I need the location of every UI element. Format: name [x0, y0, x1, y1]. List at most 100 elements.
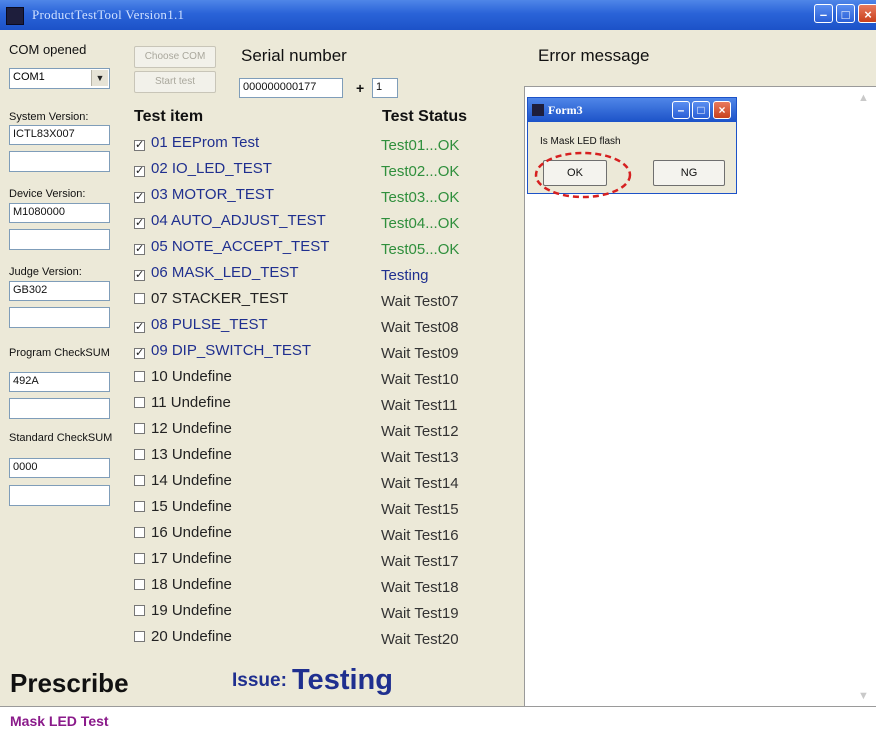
- device-version-extra-field[interactable]: [9, 229, 110, 250]
- scroll-up-icon[interactable]: ▲: [858, 92, 872, 106]
- test-item-header: Test item: [134, 108, 204, 125]
- form3-minimize-button[interactable]: –: [672, 101, 690, 119]
- checkbox-checked-icon[interactable]: ✓: [134, 140, 145, 151]
- checkbox-checked-icon[interactable]: ✓: [134, 166, 145, 177]
- test-item[interactable]: ✓ 08 PULSE_TEST: [134, 316, 374, 342]
- issue-label: Issue:: [232, 670, 287, 691]
- serial-increment-field[interactable]: 1: [372, 78, 398, 98]
- test-status: Test02...OK: [381, 163, 460, 180]
- test-item[interactable]: 17 Undefine: [134, 550, 374, 576]
- test-item-label: 05 NOTE_ACCEPT_TEST: [151, 238, 330, 255]
- test-item[interactable]: 15 Undefine: [134, 498, 374, 524]
- form3-maximize-button[interactable]: □: [692, 101, 710, 119]
- checkbox-unchecked-icon[interactable]: [134, 397, 145, 408]
- test-item[interactable]: ✓ 06 MASK_LED_TEST: [134, 264, 374, 290]
- com-opened-label: COM opened: [9, 42, 87, 57]
- judge-version-extra-field[interactable]: [9, 307, 110, 328]
- test-status: Test03...OK: [381, 189, 460, 206]
- checkbox-checked-icon[interactable]: ✓: [134, 192, 145, 203]
- com-port-select[interactable]: COM1 ▼: [9, 68, 110, 89]
- checkbox-unchecked-icon[interactable]: [134, 475, 145, 486]
- status-bar-text: Mask LED Test: [10, 713, 109, 729]
- checkbox-unchecked-icon[interactable]: [134, 423, 145, 434]
- form3-close-button[interactable]: ×: [713, 101, 731, 119]
- test-item[interactable]: ✓ 03 MOTOR_TEST: [134, 186, 374, 212]
- test-item[interactable]: ✓ 05 NOTE_ACCEPT_TEST: [134, 238, 374, 264]
- ng-button[interactable]: NG: [653, 160, 725, 186]
- test-item[interactable]: 11 Undefine: [134, 394, 374, 420]
- test-item[interactable]: ✓ 02 IO_LED_TEST: [134, 160, 374, 186]
- system-version-extra-field[interactable]: [9, 151, 110, 172]
- scroll-down-icon[interactable]: ▼: [858, 690, 872, 704]
- checkbox-unchecked-icon[interactable]: [134, 605, 145, 616]
- test-status: Wait Test14: [381, 475, 459, 492]
- test-item[interactable]: 14 Undefine: [134, 472, 374, 498]
- test-item[interactable]: 16 Undefine: [134, 524, 374, 550]
- checkbox-checked-icon[interactable]: ✓: [134, 270, 145, 281]
- test-item-label: 02 IO_LED_TEST: [151, 160, 272, 177]
- test-item-label: 01 EEProm Test: [151, 134, 260, 151]
- test-item[interactable]: 07 STACKER_TEST: [134, 290, 374, 316]
- test-item[interactable]: 10 Undefine: [134, 368, 374, 394]
- test-item-label: 03 MOTOR_TEST: [151, 186, 275, 203]
- serial-number-field[interactable]: 000000000177: [239, 78, 343, 98]
- test-item[interactable]: 18 Undefine: [134, 576, 374, 602]
- test-item[interactable]: 12 Undefine: [134, 420, 374, 446]
- test-item[interactable]: 19 Undefine: [134, 602, 374, 628]
- checkbox-unchecked-icon[interactable]: [134, 631, 145, 642]
- ok-highlight-ring: [534, 151, 632, 199]
- test-item-label: 19 Undefine: [151, 602, 232, 619]
- window-title-bar[interactable]: ProductTestTool Version1.1 – □ ×: [0, 0, 876, 30]
- checkbox-checked-icon[interactable]: ✓: [134, 218, 145, 229]
- test-item[interactable]: ✓ 01 EEProm Test: [134, 134, 374, 160]
- test-item[interactable]: 20 Undefine: [134, 628, 374, 654]
- program-checksum-extra-field[interactable]: [9, 398, 110, 419]
- test-status-list: Test01...OK Test02...OK Test03...OK Test04.…: [381, 137, 511, 657]
- close-button[interactable]: ×: [858, 4, 876, 23]
- test-item-list: ✓ 01 EEProm Test ✓ 02 IO_LED_TEST ✓ 03 MOTOR_…: [134, 134, 374, 654]
- checkbox-checked-icon[interactable]: ✓: [134, 322, 145, 333]
- test-status: Wait Test19: [381, 605, 459, 622]
- checkbox-unchecked-icon[interactable]: [134, 449, 145, 460]
- checkbox-unchecked-icon[interactable]: [134, 527, 145, 538]
- program-checksum-field[interactable]: 492A: [9, 372, 110, 392]
- test-item-label: 09 DIP_SWITCH_TEST: [151, 342, 312, 359]
- checkbox-checked-icon[interactable]: ✓: [134, 244, 145, 255]
- judge-version-label: Judge Version:: [9, 266, 82, 278]
- form3-title-bar[interactable]: Form3 – □ ×: [528, 98, 736, 122]
- system-version-field[interactable]: ICTL83X007: [9, 125, 110, 145]
- test-item[interactable]: ✓ 04 AUTO_ADJUST_TEST: [134, 212, 374, 238]
- test-item-label: 10 Undefine: [151, 368, 232, 385]
- checkbox-unchecked-icon[interactable]: [134, 293, 145, 304]
- minimize-button[interactable]: –: [814, 4, 833, 23]
- checkbox-checked-icon[interactable]: ✓: [134, 348, 145, 359]
- test-status: Wait Test08: [381, 319, 459, 336]
- form3-question: Is Mask LED flash: [540, 136, 621, 147]
- test-status: Test05...OK: [381, 241, 460, 258]
- checkbox-unchecked-icon[interactable]: [134, 371, 145, 382]
- device-version-field[interactable]: M1080000: [9, 203, 110, 223]
- app-icon: [6, 7, 24, 25]
- maximize-button[interactable]: □: [836, 4, 855, 23]
- test-item-label: 04 AUTO_ADJUST_TEST: [151, 212, 326, 229]
- checkbox-unchecked-icon[interactable]: [134, 501, 145, 512]
- standard-checksum-extra-field[interactable]: [9, 485, 110, 506]
- com-port-value: COM1: [13, 71, 45, 83]
- prescribe-label: Prescribe: [10, 668, 129, 698]
- judge-version-field[interactable]: GB302: [9, 281, 110, 301]
- test-item-label: 15 Undefine: [151, 498, 232, 515]
- chevron-down-icon[interactable]: ▼: [91, 70, 108, 86]
- checkbox-unchecked-icon[interactable]: [134, 553, 145, 564]
- test-item-label: 18 Undefine: [151, 576, 232, 593]
- test-status: Wait Test18: [381, 579, 459, 596]
- standard-checksum-field[interactable]: 0000: [9, 458, 110, 478]
- test-item[interactable]: ✓ 09 DIP_SWITCH_TEST: [134, 342, 374, 368]
- test-item-label: 06 MASK_LED_TEST: [151, 264, 299, 281]
- start-test-button[interactable]: Start test: [134, 71, 216, 93]
- checkbox-unchecked-icon[interactable]: [134, 579, 145, 590]
- window-title: ProductTestTool Version1.1: [32, 7, 185, 22]
- test-item-label: 12 Undefine: [151, 420, 232, 437]
- test-item[interactable]: 13 Undefine: [134, 446, 374, 472]
- choose-com-button[interactable]: Choose COM: [134, 46, 216, 68]
- issue-value: Testing: [292, 664, 393, 696]
